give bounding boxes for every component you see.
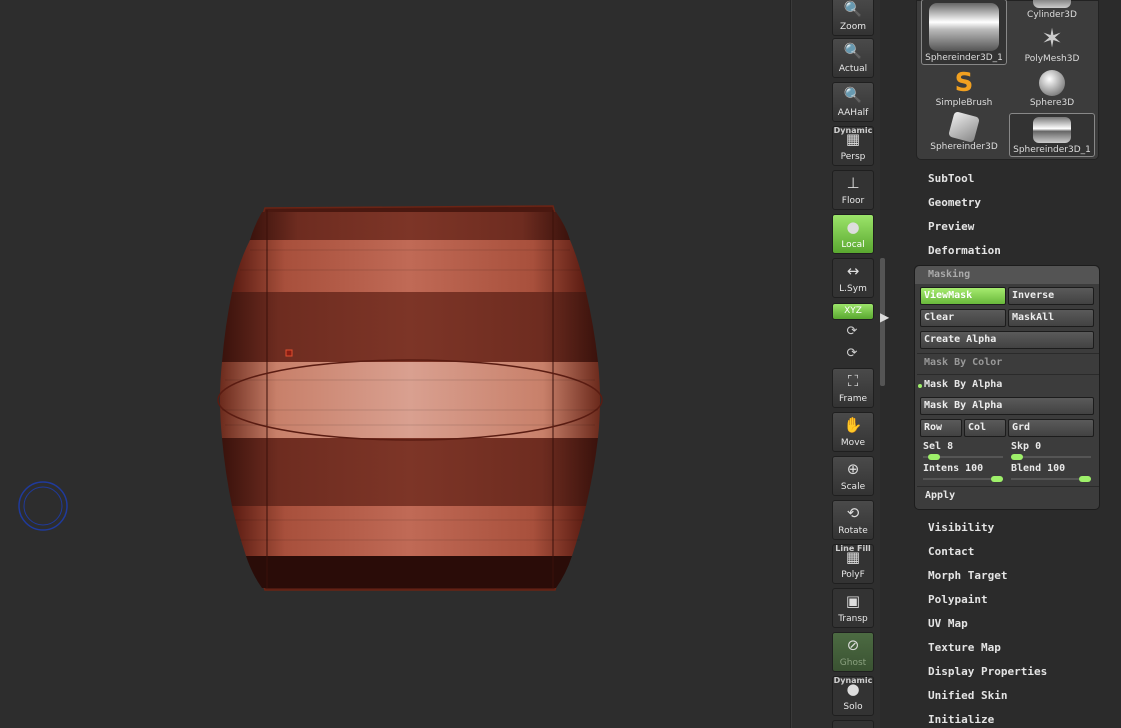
model-render <box>18 205 603 591</box>
sel-label: Sel 8 <box>923 441 954 452</box>
ghost-button[interactable]: ⊘ Ghost <box>832 632 874 672</box>
mask-by-alpha-header[interactable]: Mask By Alpha <box>924 379 1002 390</box>
local-button[interactable]: ● Local <box>832 214 874 254</box>
actual-button[interactable]: 🔍 Actual <box>832 38 874 78</box>
intens-label: Intens 100 <box>923 463 984 474</box>
frame-button[interactable]: ⛶ Frame <box>832 368 874 408</box>
col-button[interactable]: Col <box>964 419 1006 437</box>
menu-texture-map[interactable]: Texture Map <box>928 641 1001 654</box>
persp-button[interactable]: Dynamic ▦ Persp <box>832 126 874 166</box>
mask-by-color-header[interactable]: Mask By Color <box>924 357 1002 368</box>
aahalf-button[interactable]: 🔍 AAHalf <box>832 82 874 122</box>
polymesh-star-icon: ✶ <box>1041 24 1063 54</box>
create-alpha-button[interactable]: Create Alpha <box>920 331 1094 349</box>
right-shelf: 🔍 Zoom 🔍 Actual 🔍 AAHalf Dynamic ▦ Persp… <box>792 0 885 728</box>
menu-visibility[interactable]: Visibility <box>928 521 994 534</box>
skp-slider[interactable] <box>1011 454 1091 460</box>
transparency-icon: ▣ <box>845 592 861 610</box>
menu-polypaint[interactable]: Polypaint <box>928 593 988 606</box>
local-icon: ● <box>846 218 860 236</box>
aahalf-icon: 🔍 <box>843 86 863 104</box>
row-button[interactable]: Row <box>920 419 962 437</box>
rotate-z-icon[interactable]: ⟳ <box>844 346 860 362</box>
separator <box>917 374 1099 375</box>
sphere-preview-icon <box>1039 70 1065 96</box>
frame-icon: ⛶ <box>847 372 859 390</box>
rotate-button[interactable]: ⟲ Rotate <box>832 500 874 540</box>
floor-icon: ⊥ <box>846 174 860 192</box>
polyf-button[interactable]: Line Fill ▦ PolyF <box>832 544 874 584</box>
apply-button[interactable]: Apply <box>925 490 955 501</box>
menu-subtool[interactable]: SubTool <box>928 172 974 185</box>
masking-header[interactable]: Masking <box>915 266 1099 284</box>
collapse-arrow-icon[interactable]: ▶ <box>880 310 889 324</box>
move-icon: ✋ <box>843 416 863 434</box>
sel-slider[interactable] <box>923 454 1003 460</box>
lsym-icon: ↔ <box>846 262 860 280</box>
blend-label: Blend 100 <box>1011 463 1066 474</box>
menu-deformation[interactable]: Deformation <box>928 244 1001 257</box>
tool-thumb-sphereinder3d[interactable]: Sphereinder3D <box>921 111 1007 155</box>
menu-unified-skin[interactable]: Unified Skin <box>928 689 1007 702</box>
menu-preview[interactable]: Preview <box>928 220 974 233</box>
skp-label: Skp 0 <box>1011 441 1042 452</box>
transp-button[interactable]: ▣ Transp <box>832 588 874 628</box>
scale-icon: ⊕ <box>846 460 860 478</box>
inverse-button[interactable]: Inverse <box>1008 287 1094 305</box>
tool-thumb-simplebrush[interactable]: S SimpleBrush <box>921 67 1007 111</box>
rotate-y-icon[interactable]: ⟳ <box>844 324 860 340</box>
menu-geometry[interactable]: Geometry <box>928 196 981 209</box>
solo-button[interactable]: Dynamic ● Solo <box>832 676 874 716</box>
sel-knob[interactable] <box>928 454 940 460</box>
simplebrush-icon: S <box>954 68 974 98</box>
menu-contact[interactable]: Contact <box>928 545 974 558</box>
zoom-button[interactable]: 🔍 Zoom <box>832 0 874 36</box>
ghost-icon: ⊘ <box>846 636 860 654</box>
menu-initialize[interactable]: Initialize <box>928 713 994 726</box>
intens-slider[interactable] <box>923 476 1003 482</box>
rotate-icon: ⟲ <box>846 504 860 522</box>
skp-knob[interactable] <box>1011 454 1023 460</box>
maskall-button[interactable]: MaskAll <box>1008 309 1094 327</box>
floor-button[interactable]: ⊥ Floor <box>832 170 874 210</box>
separator <box>917 486 1099 487</box>
tool-thumb-sphereinder3d-1[interactable]: Sphereinder3D_1 <box>921 0 1007 65</box>
sphereinder-cube-icon <box>948 111 980 143</box>
zoom-icon: 🔍 <box>843 0 863 18</box>
separator <box>917 353 1099 354</box>
mask-by-alpha-button[interactable]: Mask By Alpha <box>920 397 1094 415</box>
active-indicator-icon <box>918 384 922 388</box>
viewmask-button[interactable]: ViewMask <box>920 287 1006 305</box>
sphereinder-cylinder-icon <box>1033 117 1071 143</box>
tool-thumb-sphere3d[interactable]: Sphere3D <box>1009 67 1095 111</box>
masking-panel: Masking ViewMask Inverse Clear MaskAll C… <box>914 265 1100 510</box>
move-button[interactable]: ✋ Move <box>832 412 874 452</box>
blend-knob[interactable] <box>1079 476 1091 482</box>
blend-slider[interactable] <box>1011 476 1091 482</box>
lsym-button[interactable]: ↔ L.Sym <box>832 258 874 298</box>
intens-knob[interactable] <box>991 476 1003 482</box>
tool-thumb-sphereinder3d-1-b[interactable]: Sphereinder3D_1 <box>1009 113 1095 157</box>
grd-button[interactable]: Grd <box>1008 419 1094 437</box>
clear-button[interactable]: Clear <box>920 309 1006 327</box>
scale-button[interactable]: ⊕ Scale <box>832 456 874 496</box>
tool-thumb-polymesh3d[interactable]: ✶ PolyMesh3D <box>1009 23 1095 67</box>
sphereinder-preview-icon <box>929 3 999 51</box>
canvas-viewport[interactable] <box>0 0 790 728</box>
xyz-toggle[interactable]: XYZ <box>832 303 874 320</box>
menu-morph-target[interactable]: Morph Target <box>928 569 1007 582</box>
cylinder-preview-icon <box>1033 0 1071 8</box>
actual-icon: 🔍 <box>843 42 863 60</box>
menu-display-properties[interactable]: Display Properties <box>928 665 1047 678</box>
next-shelf-button[interactable] <box>832 720 874 728</box>
tool-thumb-cylinder3d[interactable]: Cylinder3D <box>1009 0 1095 23</box>
tool-palette: Sphereinder3D_1 Cylinder3D ✶ PolyMesh3D … <box>916 0 1099 160</box>
menu-uv-map[interactable]: UV Map <box>928 617 968 630</box>
